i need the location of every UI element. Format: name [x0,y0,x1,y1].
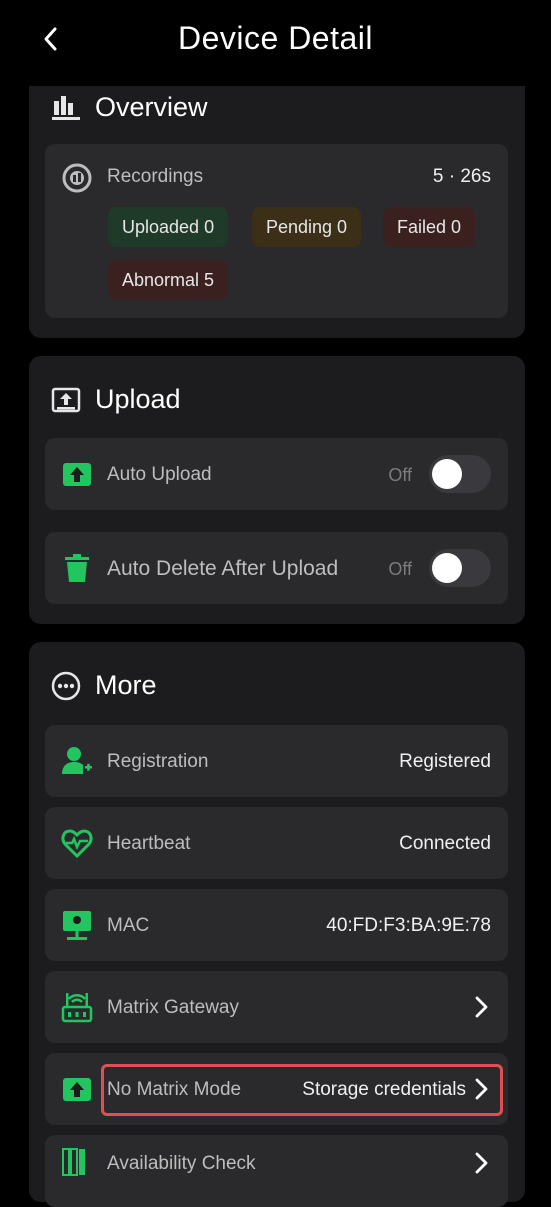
matrix-gateway-label: Matrix Gateway [107,997,239,1018]
abnormal-badge[interactable]: Abnormal 5 [108,260,229,300]
app-header: Device Detail [0,0,551,86]
heartbeat-row[interactable]: Heartbeat Connected [45,807,508,879]
matrix-gateway-row[interactable]: Matrix Gateway [45,971,508,1043]
pending-badge[interactable]: Pending 0 [252,207,362,247]
mac-row[interactable]: MAC 40:FD:F3:BA:9E:78 [45,889,508,961]
auto-upload-row[interactable]: Auto Upload Off [45,438,508,510]
books-icon [61,1145,93,1177]
availability-check-row[interactable]: Availability Check [45,1135,508,1207]
highlight-box [101,1064,503,1116]
heartbeat-label: Heartbeat [107,833,191,854]
auto-upload-state: Off [388,465,412,485]
recording-icon [61,162,93,194]
router-icon [61,991,93,1023]
more-panel: More Registration Registered Heartbeat C… [29,642,525,1207]
upload-panel: Upload Auto Upload Off Auto Delete After… [29,356,525,624]
uploaded-badge[interactable]: Uploaded 0 [108,207,229,247]
more-dots-icon [51,671,81,701]
auto-delete-row[interactable]: Auto Delete After Upload Off [45,532,508,604]
cloud-upload-icon [61,1073,93,1105]
recordings-value: 5 · 26s [432,166,491,187]
registration-row[interactable]: Registration Registered [45,725,508,797]
mac-label: MAC [107,915,150,936]
more-title: More [51,670,157,701]
registration-value: Registered [399,751,491,772]
auto-delete-state: Off [388,559,412,579]
availability-check-label: Availability Check [107,1153,256,1174]
monitor-pin-icon [61,909,93,941]
failed-badge[interactable]: Failed 0 [383,207,476,247]
toggle-knob [432,459,462,489]
chevron-right-icon [475,1152,488,1174]
upload-box-icon [51,385,81,415]
toggle-knob [432,553,462,583]
user-add-icon [61,745,93,777]
overview-panel: Overview Recordings 5 · 26s Uploaded 0 P… [29,86,525,338]
registration-label: Registration [107,751,209,772]
heartbeat-value: Connected [399,833,491,854]
auto-delete-toggle[interactable] [429,549,491,587]
recordings-label: Recordings [107,166,204,187]
bar-chart-icon [51,93,81,123]
auto-upload-label: Auto Upload [107,464,212,485]
heartbeat-icon [61,827,93,859]
auto-upload-toggle[interactable] [429,455,491,493]
page-title: Device Detail [177,20,373,56]
cloud-upload-icon [61,458,93,490]
overview-title: Overview [51,92,208,123]
auto-delete-label: Auto Delete After Upload [107,557,339,580]
trash-icon [61,552,93,584]
mac-value: 40:FD:F3:BA:9E:78 [326,915,491,936]
recordings-card: Recordings 5 · 26s Uploaded 0 Pending 0 … [45,144,508,318]
chevron-right-icon [475,996,488,1018]
upload-title: Upload [51,384,181,415]
